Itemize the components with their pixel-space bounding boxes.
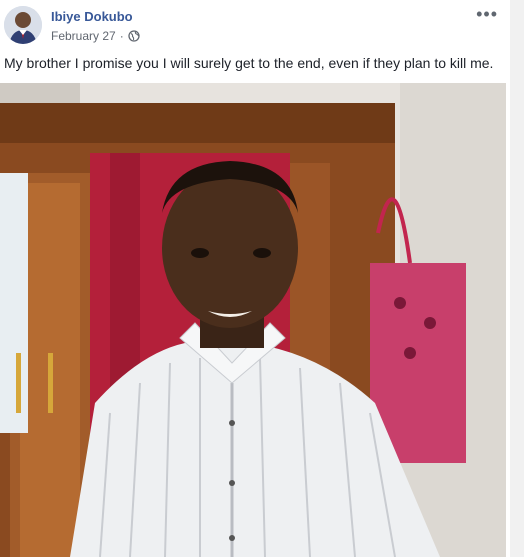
post-date-link[interactable]: February 27: [51, 29, 116, 43]
meta-separator: ·: [119, 29, 124, 43]
more-options-icon[interactable]: •••: [476, 4, 498, 25]
scrollbar[interactable]: [510, 0, 524, 557]
globe-icon[interactable]: [128, 30, 140, 42]
post-photo[interactable]: [0, 83, 506, 557]
post-meta: February 27 ·: [51, 29, 140, 43]
facebook-post: Ibiye Dokubo February 27 · ••• My brothe…: [0, 0, 524, 557]
author-avatar[interactable]: [4, 6, 42, 44]
post-text: My brother I promise you I will surely g…: [4, 55, 494, 71]
author-name-link[interactable]: Ibiye Dokubo: [51, 9, 133, 24]
